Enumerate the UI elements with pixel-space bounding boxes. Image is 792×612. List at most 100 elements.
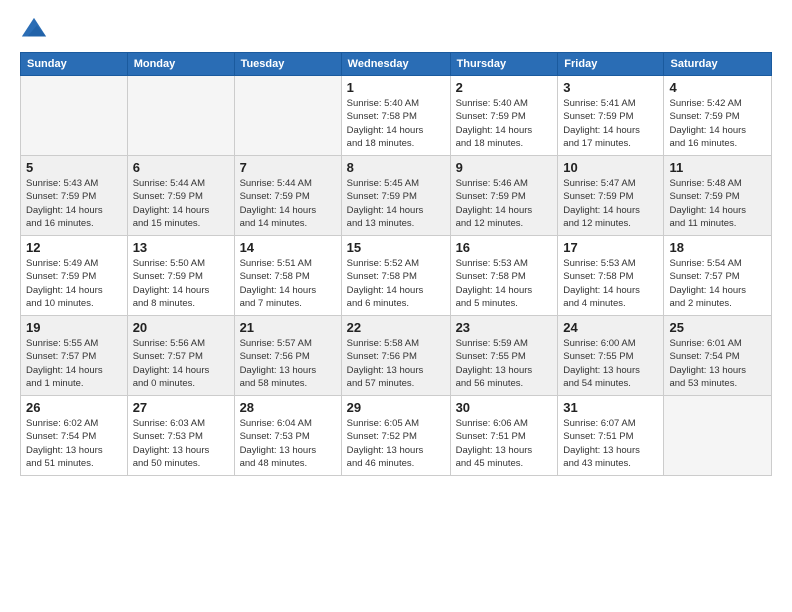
calendar-cell: 14 Sunrise: 5:51 AM Sunset: 7:58 PM Dayli… — [234, 236, 341, 316]
cell-day-number: 11 — [669, 160, 766, 175]
cell-day-number: 3 — [563, 80, 658, 95]
cell-info-text: Sunrise: 5:40 AM Sunset: 7:58 PM Dayligh… — [347, 97, 445, 150]
calendar-cell: 25 Sunrise: 6:01 AM Sunset: 7:54 PM Dayli… — [664, 316, 772, 396]
page-header — [20, 16, 772, 44]
day-header-friday: Friday — [558, 53, 664, 76]
calendar-cell: 11 Sunrise: 5:48 AM Sunset: 7:59 PM Dayli… — [664, 156, 772, 236]
calendar-table: SundayMondayTuesdayWednesdayThursdayFrid… — [20, 52, 772, 476]
calendar-cell: 21 Sunrise: 5:57 AM Sunset: 7:56 PM Dayli… — [234, 316, 341, 396]
calendar-cell: 23 Sunrise: 5:59 AM Sunset: 7:55 PM Dayli… — [450, 316, 558, 396]
cell-day-number: 14 — [240, 240, 336, 255]
cell-day-number: 31 — [563, 400, 658, 415]
logo — [20, 16, 52, 44]
cell-day-number: 12 — [26, 240, 122, 255]
cell-info-text: Sunrise: 5:44 AM Sunset: 7:59 PM Dayligh… — [133, 177, 229, 230]
cell-info-text: Sunrise: 6:05 AM Sunset: 7:52 PM Dayligh… — [347, 417, 445, 470]
calendar-cell: 19 Sunrise: 5:55 AM Sunset: 7:57 PM Dayli… — [21, 316, 128, 396]
cell-day-number: 20 — [133, 320, 229, 335]
cell-day-number: 4 — [669, 80, 766, 95]
cell-info-text: Sunrise: 5:40 AM Sunset: 7:59 PM Dayligh… — [456, 97, 553, 150]
cell-info-text: Sunrise: 6:04 AM Sunset: 7:53 PM Dayligh… — [240, 417, 336, 470]
cell-info-text: Sunrise: 5:51 AM Sunset: 7:58 PM Dayligh… — [240, 257, 336, 310]
cell-info-text: Sunrise: 5:43 AM Sunset: 7:59 PM Dayligh… — [26, 177, 122, 230]
calendar-cell: 26Sunrise: 6:02 AM Sunset: 7:54 PM Dayli… — [21, 396, 128, 476]
cell-day-number: 23 — [456, 320, 553, 335]
calendar-week-4: 19 Sunrise: 5:55 AM Sunset: 7:57 PM Dayli… — [21, 316, 772, 396]
calendar-cell: 4 Sunrise: 5:42 AM Sunset: 7:59 PM Daylig… — [664, 76, 772, 156]
calendar-cell — [234, 76, 341, 156]
calendar-body: 1 Sunrise: 5:40 AM Sunset: 7:58 PM Daylig… — [21, 76, 772, 476]
calendar-cell: 31 Sunrise: 6:07 AM Sunset: 7:51 PM Dayli… — [558, 396, 664, 476]
day-header-saturday: Saturday — [664, 53, 772, 76]
calendar-cell: 1 Sunrise: 5:40 AM Sunset: 7:58 PM Daylig… — [341, 76, 450, 156]
calendar-cell: 30Sunrise: 6:06 AM Sunset: 7:51 PM Dayli… — [450, 396, 558, 476]
calendar-cell: 15 Sunrise: 5:52 AM Sunset: 7:58 PM Dayli… — [341, 236, 450, 316]
cell-day-number: 27 — [133, 400, 229, 415]
cell-info-text: Sunrise: 5:45 AM Sunset: 7:59 PM Dayligh… — [347, 177, 445, 230]
cell-day-number: 13 — [133, 240, 229, 255]
cell-info-text: Sunrise: 6:00 AM Sunset: 7:55 PM Dayligh… — [563, 337, 658, 390]
cell-day-number: 26 — [26, 400, 122, 415]
cell-day-number: 30 — [456, 400, 553, 415]
cell-day-number: 21 — [240, 320, 336, 335]
calendar-cell: 6Sunrise: 5:44 AM Sunset: 7:59 PM Daylig… — [127, 156, 234, 236]
calendar-cell: 22 Sunrise: 5:58 AM Sunset: 7:56 PM Dayli… — [341, 316, 450, 396]
calendar-cell: 3Sunrise: 5:41 AM Sunset: 7:59 PM Daylig… — [558, 76, 664, 156]
cell-day-number: 8 — [347, 160, 445, 175]
cell-day-number: 25 — [669, 320, 766, 335]
calendar-cell: 7 Sunrise: 5:44 AM Sunset: 7:59 PM Daylig… — [234, 156, 341, 236]
calendar-cell: 5Sunrise: 5:43 AM Sunset: 7:59 PM Daylig… — [21, 156, 128, 236]
calendar-cell: 8 Sunrise: 5:45 AM Sunset: 7:59 PM Daylig… — [341, 156, 450, 236]
cell-day-number: 17 — [563, 240, 658, 255]
calendar-cell — [664, 396, 772, 476]
calendar-cell: 13 Sunrise: 5:50 AM Sunset: 7:59 PM Dayli… — [127, 236, 234, 316]
cell-day-number: 15 — [347, 240, 445, 255]
day-header-thursday: Thursday — [450, 53, 558, 76]
cell-day-number: 19 — [26, 320, 122, 335]
cell-info-text: Sunrise: 5:59 AM Sunset: 7:55 PM Dayligh… — [456, 337, 553, 390]
cell-info-text: Sunrise: 6:07 AM Sunset: 7:51 PM Dayligh… — [563, 417, 658, 470]
calendar-cell: 9 Sunrise: 5:46 AM Sunset: 7:59 PM Daylig… — [450, 156, 558, 236]
cell-day-number: 16 — [456, 240, 553, 255]
cell-info-text: Sunrise: 5:57 AM Sunset: 7:56 PM Dayligh… — [240, 337, 336, 390]
cell-info-text: Sunrise: 6:03 AM Sunset: 7:53 PM Dayligh… — [133, 417, 229, 470]
calendar-cell: 20Sunrise: 5:56 AM Sunset: 7:57 PM Dayli… — [127, 316, 234, 396]
cell-day-number: 1 — [347, 80, 445, 95]
cell-info-text: Sunrise: 5:46 AM Sunset: 7:59 PM Dayligh… — [456, 177, 553, 230]
calendar-cell: 28 Sunrise: 6:04 AM Sunset: 7:53 PM Dayli… — [234, 396, 341, 476]
calendar-week-3: 12 Sunrise: 5:49 AM Sunset: 7:59 PM Dayli… — [21, 236, 772, 316]
day-header-tuesday: Tuesday — [234, 53, 341, 76]
calendar-cell — [127, 76, 234, 156]
calendar-week-1: 1 Sunrise: 5:40 AM Sunset: 7:58 PM Daylig… — [21, 76, 772, 156]
calendar-cell: 27 Sunrise: 6:03 AM Sunset: 7:53 PM Dayli… — [127, 396, 234, 476]
cell-day-number: 9 — [456, 160, 553, 175]
logo-icon — [20, 16, 48, 44]
cell-day-number: 22 — [347, 320, 445, 335]
cell-info-text: Sunrise: 5:55 AM Sunset: 7:57 PM Dayligh… — [26, 337, 122, 390]
calendar-cell: 16 Sunrise: 5:53 AM Sunset: 7:58 PM Dayli… — [450, 236, 558, 316]
cell-day-number: 28 — [240, 400, 336, 415]
cell-info-text: Sunrise: 5:52 AM Sunset: 7:58 PM Dayligh… — [347, 257, 445, 310]
cell-info-text: Sunrise: 5:44 AM Sunset: 7:59 PM Dayligh… — [240, 177, 336, 230]
calendar-header-row: SundayMondayTuesdayWednesdayThursdayFrid… — [21, 53, 772, 76]
cell-info-text: Sunrise: 5:53 AM Sunset: 7:58 PM Dayligh… — [456, 257, 553, 310]
calendar-cell: 2Sunrise: 5:40 AM Sunset: 7:59 PM Daylig… — [450, 76, 558, 156]
cell-day-number: 29 — [347, 400, 445, 415]
cell-day-number: 7 — [240, 160, 336, 175]
cell-info-text: Sunrise: 5:49 AM Sunset: 7:59 PM Dayligh… — [26, 257, 122, 310]
calendar-cell: 24Sunrise: 6:00 AM Sunset: 7:55 PM Dayli… — [558, 316, 664, 396]
calendar-cell: 12 Sunrise: 5:49 AM Sunset: 7:59 PM Dayli… — [21, 236, 128, 316]
calendar-week-2: 5Sunrise: 5:43 AM Sunset: 7:59 PM Daylig… — [21, 156, 772, 236]
cell-info-text: Sunrise: 5:42 AM Sunset: 7:59 PM Dayligh… — [669, 97, 766, 150]
cell-info-text: Sunrise: 5:50 AM Sunset: 7:59 PM Dayligh… — [133, 257, 229, 310]
calendar-cell: 18Sunrise: 5:54 AM Sunset: 7:57 PM Dayli… — [664, 236, 772, 316]
cell-day-number: 10 — [563, 160, 658, 175]
day-header-monday: Monday — [127, 53, 234, 76]
calendar-cell: 29 Sunrise: 6:05 AM Sunset: 7:52 PM Dayli… — [341, 396, 450, 476]
cell-info-text: Sunrise: 5:48 AM Sunset: 7:59 PM Dayligh… — [669, 177, 766, 230]
calendar-cell: 17Sunrise: 5:53 AM Sunset: 7:58 PM Dayli… — [558, 236, 664, 316]
cell-info-text: Sunrise: 5:58 AM Sunset: 7:56 PM Dayligh… — [347, 337, 445, 390]
cell-day-number: 18 — [669, 240, 766, 255]
calendar-cell — [21, 76, 128, 156]
cell-info-text: Sunrise: 6:01 AM Sunset: 7:54 PM Dayligh… — [669, 337, 766, 390]
